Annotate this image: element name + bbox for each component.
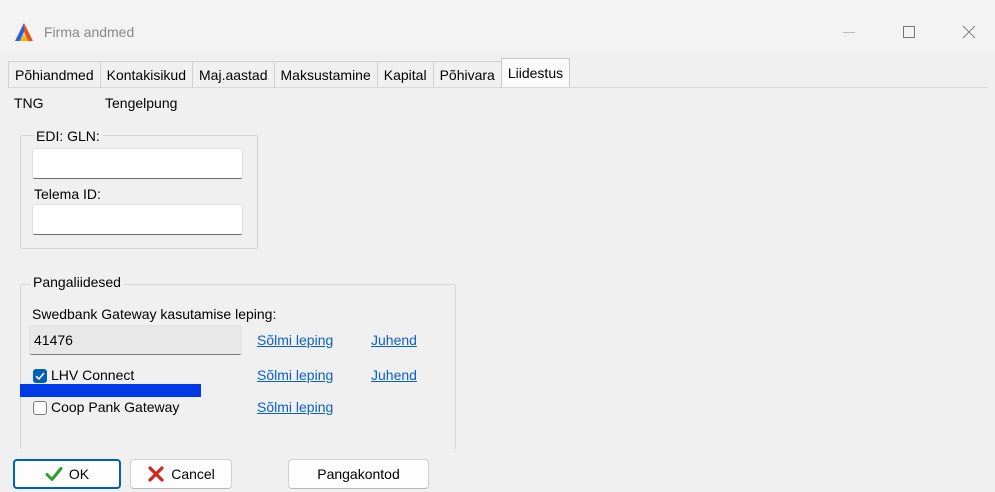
maximize-button[interactable]	[886, 14, 932, 50]
close-button[interactable]	[946, 14, 992, 50]
tab-pohivara[interactable]: Põhivara	[432, 61, 502, 87]
swedbank-guide-link[interactable]: Juhend	[371, 332, 417, 348]
cancel-button[interactable]: Cancel	[130, 459, 232, 489]
minimize-icon	[843, 31, 855, 33]
lhv-sign-contract-link[interactable]: Sõlmi leping	[257, 367, 333, 383]
coop-pank-label: Coop Pank Gateway	[51, 399, 180, 415]
ok-label: OK	[68, 466, 90, 482]
tab-maksustamine[interactable]: Maksustamine	[273, 61, 378, 87]
lhv-guide-link[interactable]: Juhend	[371, 367, 417, 383]
telema-id-label: Telema ID:	[34, 186, 101, 202]
maximize-icon	[903, 26, 915, 38]
lhv-connect-label: LHV Connect	[51, 367, 135, 383]
ok-button[interactable]: OK	[13, 459, 121, 489]
tab-pohiandmed[interactable]: Põhiandmed	[8, 61, 101, 87]
tab-kontakisikud[interactable]: Kontakisikud	[99, 61, 194, 87]
check-icon	[45, 467, 63, 481]
x-icon	[148, 466, 164, 482]
company-code: TNG	[14, 95, 44, 111]
bank-accounts-button[interactable]: Pangakontod	[288, 459, 429, 489]
title-bar: Firma andmed	[0, 0, 995, 52]
window-title: Firma andmed	[44, 24, 135, 40]
telema-id-input[interactable]	[32, 204, 243, 235]
coop-sign-contract-link[interactable]: Sõlmi leping	[257, 399, 333, 415]
cancel-label: Cancel	[171, 466, 215, 482]
swedbank-sign-contract-link[interactable]: Sõlmi leping	[257, 332, 333, 348]
company-name: Tengelpung	[105, 95, 178, 111]
tab-strip: Põhiandmed Kontakisikud Maj.aastad Maksu…	[8, 58, 571, 87]
tab-liidestus[interactable]: Liidestus	[500, 58, 571, 87]
tab-kapital[interactable]: Kapital	[376, 61, 434, 87]
edi-gln-label: EDI: GLN:	[34, 128, 102, 144]
swedbank-contract-input[interactable]	[29, 325, 242, 355]
tab-maj-aastad[interactable]: Maj.aastad	[192, 61, 275, 87]
close-icon	[962, 25, 976, 39]
bank-interfaces-title: Pangaliidesed	[30, 274, 124, 290]
checkmark-icon	[35, 372, 45, 381]
coop-pank-checkbox[interactable]	[33, 401, 47, 415]
minimize-button[interactable]	[826, 14, 872, 50]
swedbank-label: Swedbank Gateway kasutamise leping:	[32, 306, 277, 322]
bank-accounts-label: Pangakontod	[317, 466, 400, 482]
edi-gln-input[interactable]	[32, 148, 243, 179]
redaction-bar	[20, 384, 201, 397]
lhv-connect-checkbox[interactable]	[33, 369, 47, 383]
app-logo-icon	[14, 22, 34, 42]
